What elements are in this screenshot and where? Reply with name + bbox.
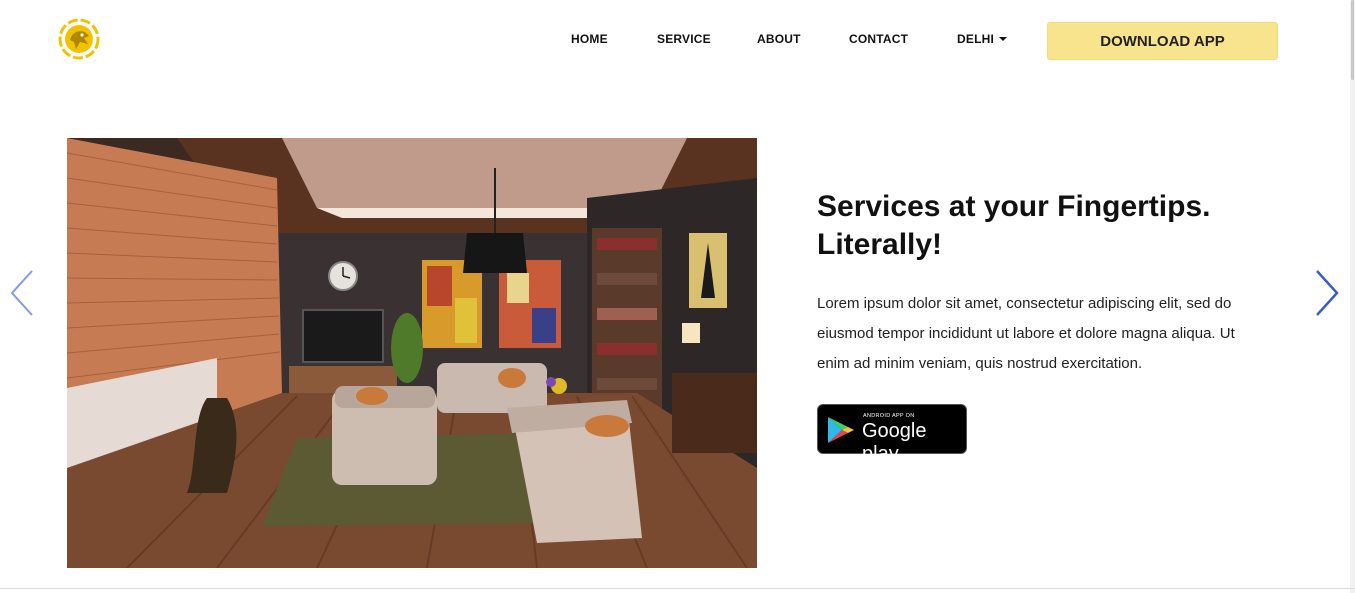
- caret-down-icon: [999, 37, 1007, 41]
- google-play-icon: [828, 417, 854, 443]
- chevron-left-icon: [10, 270, 33, 316]
- badge-small-text: ANDROID APP ON: [863, 413, 915, 419]
- google-play-badge[interactable]: ANDROID APP ON Google play: [817, 404, 967, 465]
- carousel-prev-button[interactable]: [8, 268, 38, 318]
- logo-icon[interactable]: [58, 18, 100, 60]
- hero-headline: Services at your Fingertips. Literally!: [817, 190, 1211, 261]
- nav-contact[interactable]: CONTACT: [849, 32, 908, 46]
- city-dropdown[interactable]: DELHI: [957, 32, 1007, 46]
- hero-description: Lorem ipsum dolor sit amet, consectetur …: [817, 295, 1235, 372]
- download-app-button[interactable]: DOWNLOAD APP: [1047, 22, 1278, 60]
- nav-about[interactable]: ABOUT: [757, 32, 801, 46]
- site-header: HOME SERVICE ABOUT CONTACT DELHI DOWNLOA…: [0, 0, 1355, 80]
- scrollbar-track[interactable]: [1350, 0, 1355, 593]
- hero-image: [67, 138, 757, 568]
- nav-home[interactable]: HOME: [571, 32, 608, 46]
- living-room-photo: [67, 138, 757, 568]
- carousel-next-button[interactable]: [1311, 268, 1341, 318]
- chevron-right-icon: [1316, 270, 1339, 316]
- scrollbar-thumb[interactable]: [1351, 0, 1354, 80]
- nav-service[interactable]: SERVICE: [657, 32, 711, 46]
- section-divider: [0, 588, 1355, 589]
- city-dropdown-label: DELHI: [957, 32, 994, 46]
- badge-big-text: Google play: [862, 420, 927, 465]
